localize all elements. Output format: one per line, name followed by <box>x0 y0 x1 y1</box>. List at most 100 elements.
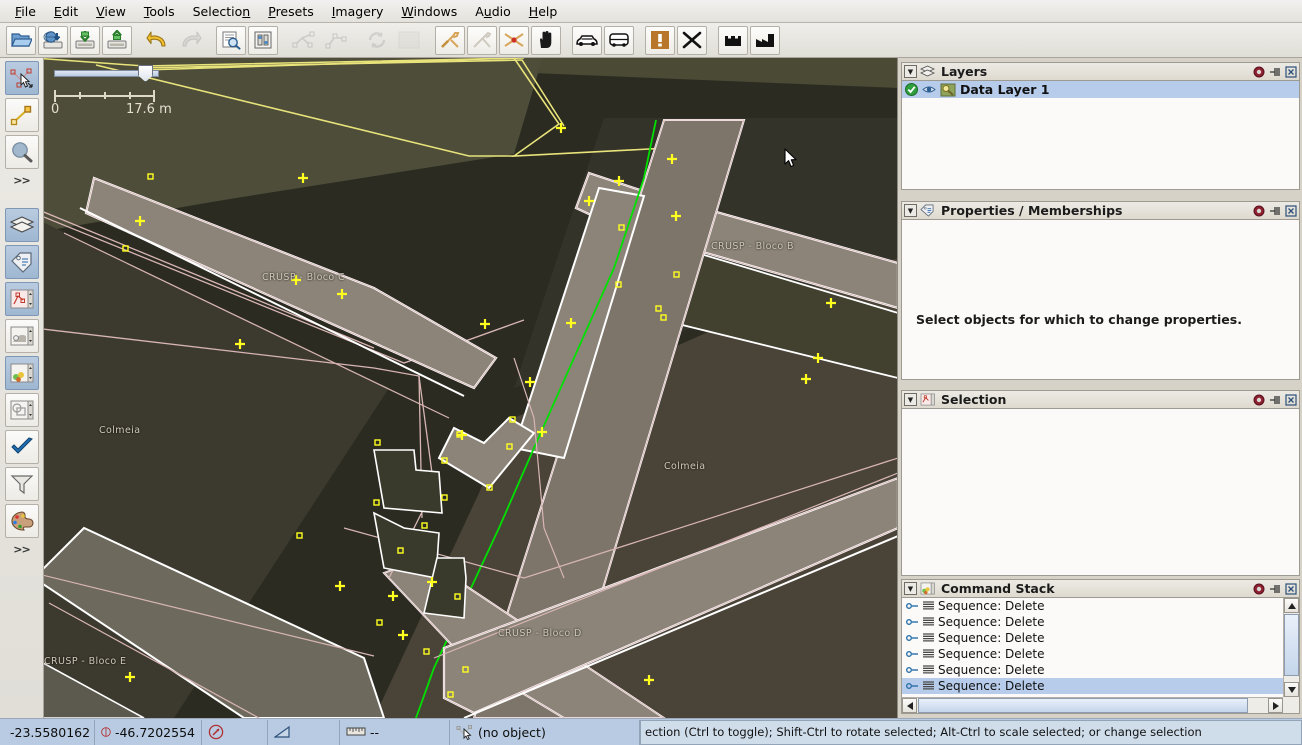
preset-warning-button[interactable] <box>645 25 675 55</box>
panel-help-button[interactable] <box>1252 582 1265 595</box>
layers-panel-header: ▼ Layers <box>901 62 1300 81</box>
preset-bus-button[interactable] <box>604 25 634 55</box>
menu-view[interactable]: View <box>87 1 135 22</box>
combine-way-button[interactable] <box>321 26 351 55</box>
panel-help-button[interactable] <box>1252 65 1265 78</box>
selection-panel-body[interactable] <box>901 409 1300 576</box>
scroll-down-arrow[interactable] <box>1284 682 1299 697</box>
command-stack-icon <box>10 363 33 383</box>
preset-junction-button[interactable] <box>499 25 529 55</box>
status-latitude: -23.5580162 <box>0 719 95 745</box>
panel-close-button[interactable] <box>1284 65 1297 78</box>
preset-hand-button[interactable] <box>531 25 561 55</box>
redo-button[interactable] <box>175 26 205 55</box>
command-stack-list[interactable]: Sequence: Delete Sequence: Delete Sequen… <box>902 598 1283 697</box>
panel-help-button[interactable] <box>1252 393 1265 406</box>
expand-handle-icon[interactable] <box>906 648 919 660</box>
menu-selection[interactable]: Selection <box>184 1 260 22</box>
command-stack-row[interactable]: Sequence: Delete <box>902 630 1283 646</box>
status-angle <box>268 719 340 745</box>
command-stack-collapse-button[interactable]: ▼ <box>904 582 917 595</box>
toggle-relations[interactable] <box>4 319 39 353</box>
split-way-button[interactable] <box>289 26 319 55</box>
tool-zoom[interactable] <box>4 135 39 169</box>
toggle-selection[interactable] <box>4 282 39 316</box>
preferences-button[interactable] <box>248 25 278 55</box>
selection-panel-header: ▼ Selection <box>901 390 1300 409</box>
upload-button[interactable] <box>102 25 132 55</box>
expand-handle-icon[interactable] <box>906 664 919 676</box>
preset-car-button[interactable] <box>572 25 602 55</box>
command-stack-row[interactable]: Sequence: Delete <box>902 598 1283 614</box>
menu-file[interactable]: FFileile <box>6 1 45 22</box>
undo-button[interactable] <box>143 26 173 55</box>
menu-audio[interactable]: Audio <box>466 1 520 22</box>
scrollbar-corner <box>1283 697 1299 713</box>
menu-windows[interactable]: Windows <box>392 1 466 22</box>
left-rail-more-panels[interactable]: >> <box>5 540 39 558</box>
toggle-properties[interactable] <box>4 245 39 279</box>
command-stack-vertical-scrollbar[interactable] <box>1283 598 1299 697</box>
toggle-command-stack[interactable] <box>4 356 39 390</box>
help-circle-icon <box>1253 66 1264 77</box>
open-file-button[interactable] <box>6 25 36 55</box>
left-rail-more-tools[interactable]: >> <box>5 171 39 189</box>
expand-handle-icon[interactable] <box>906 616 919 628</box>
menu-edit[interactable]: Edit <box>45 1 87 22</box>
search-button[interactable] <box>216 25 246 55</box>
save-button[interactable] <box>70 25 100 55</box>
command-stack-row[interactable]: Sequence: Delete <box>902 662 1283 678</box>
toggle-filter[interactable] <box>4 467 39 501</box>
command-stack-horizontal-scrollbar[interactable] <box>902 697 1283 713</box>
tool-select[interactable] <box>4 61 39 95</box>
command-stack-label: Sequence: Delete <box>938 663 1045 677</box>
panel-dock-button[interactable] <box>1268 582 1281 595</box>
command-stack-row[interactable]: Sequence: Delete <box>902 646 1283 662</box>
panel-close-button[interactable] <box>1284 204 1297 217</box>
expand-handle-icon[interactable] <box>906 680 919 692</box>
scroll-up-arrow[interactable] <box>1284 598 1299 613</box>
scroll-thumb-vertical[interactable] <box>1284 614 1299 676</box>
preset-factory-button[interactable] <box>750 25 780 55</box>
toggle-map-paint-styles[interactable] <box>4 504 39 538</box>
properties-collapse-button[interactable]: ▼ <box>904 204 917 217</box>
layers-collapse-button[interactable]: ▼ <box>904 65 917 78</box>
menu-tools[interactable]: Tools <box>135 1 184 22</box>
zoom-slider-knob[interactable] <box>138 65 153 82</box>
preset-cross-button[interactable] <box>677 25 707 55</box>
scroll-left-arrow[interactable] <box>902 698 917 713</box>
blank-button[interactable] <box>394 26 424 55</box>
panel-close-button[interactable] <box>1284 393 1297 406</box>
scroll-thumb-horizontal[interactable] <box>918 698 1248 713</box>
scroll-right-arrow[interactable] <box>1268 698 1283 713</box>
panel-dock-button[interactable] <box>1268 393 1281 406</box>
layer-visible-check-icon[interactable] <box>905 83 918 96</box>
menu-presets[interactable]: Presets <box>259 1 323 22</box>
toolbar-separator <box>207 26 216 55</box>
selection-collapse-button[interactable]: ▼ <box>904 393 917 406</box>
expand-handle-icon[interactable] <box>906 632 919 644</box>
layer-list-item[interactable]: Data Layer 1 <box>902 81 1299 98</box>
menu-help[interactable]: Help <box>520 1 567 22</box>
panel-close-button[interactable] <box>1284 582 1297 595</box>
preset-tool-button[interactable] <box>467 25 497 55</box>
command-stack-row[interactable]: Sequence: Delete <box>902 614 1283 630</box>
download-data-button[interactable] <box>38 25 68 55</box>
panel-dock-button[interactable] <box>1268 204 1281 217</box>
menu-imagery[interactable]: Imagery <box>323 1 393 22</box>
latitude-value: -23.5580162 <box>10 724 91 740</box>
map-canvas[interactable]: 0 17.6 m CRUSP - Bloco C CRUSP - Bloco B… <box>44 58 898 718</box>
zoom-slider[interactable] <box>54 65 159 82</box>
panel-dock-button[interactable] <box>1268 65 1281 78</box>
expand-handle-icon[interactable] <box>906 600 919 612</box>
preset-castle-button[interactable] <box>718 25 748 55</box>
update-data-button[interactable] <box>362 26 392 55</box>
panel-help-button[interactable] <box>1252 204 1265 217</box>
toggle-layers[interactable] <box>4 208 39 242</box>
tool-draw[interactable] <box>4 98 39 132</box>
toggle-validator[interactable] <box>4 430 39 464</box>
preset-crossing-button[interactable] <box>435 25 465 55</box>
command-stack-row-selected[interactable]: Sequence: Delete <box>902 678 1283 694</box>
toggle-authors[interactable] <box>4 393 39 427</box>
layer-eye-icon[interactable] <box>922 84 936 95</box>
